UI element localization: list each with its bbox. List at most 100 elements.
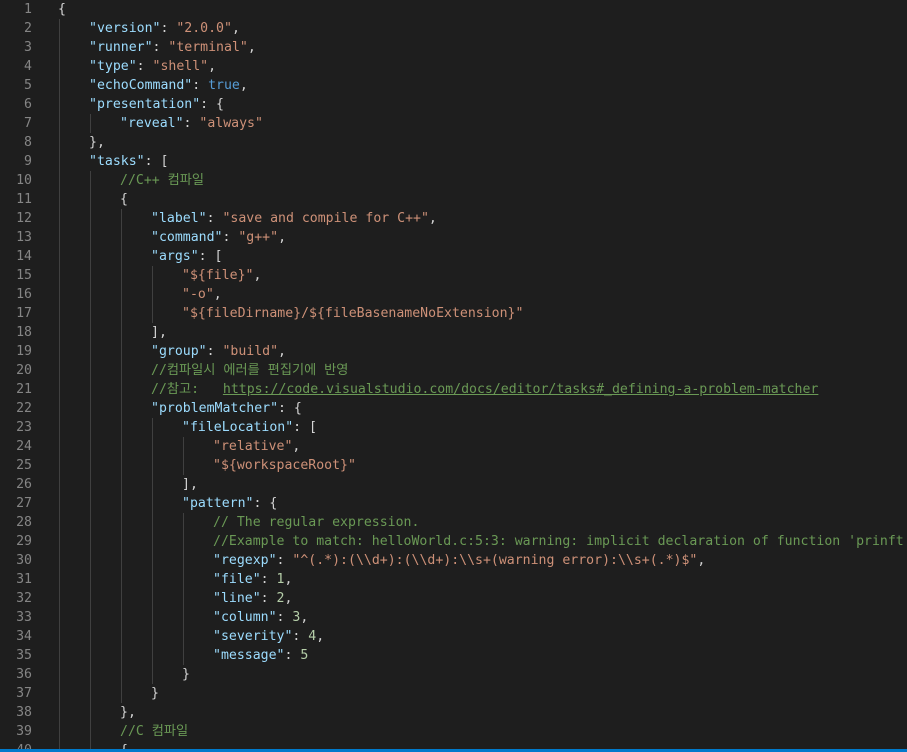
code-line[interactable]: 4 "type": "shell", [0, 57, 907, 76]
code-line[interactable]: 10 //C++ 컴파일 [0, 171, 907, 190]
code-line[interactable]: 29 //Example to match: helloWorld.c:5:3: … [0, 532, 907, 551]
line-number: 19 [16, 344, 32, 359]
string-value: "-o" [182, 287, 214, 302]
comment-link[interactable]: https://code.visualstudio.com/docs/edito… [223, 382, 818, 397]
code-line[interactable]: 28 // The regular expression. [0, 513, 907, 532]
number-value: 5 [300, 648, 309, 663]
indent-guide [90, 684, 91, 703]
indent-guide [183, 646, 184, 665]
code-line[interactable]: 1{ [0, 0, 907, 19]
code-text: "command": "g++", [151, 228, 286, 247]
indent-guide [59, 38, 60, 57]
indent-guide [59, 722, 60, 741]
line-number: 14 [16, 249, 32, 264]
indent-guide [90, 304, 91, 323]
code-line[interactable]: 26], [0, 475, 907, 494]
code-text: //Example to match: helloWorld.c:5:3: wa… [213, 532, 907, 551]
line-number: 18 [16, 325, 32, 340]
code-text: "echoCommand": true, [89, 76, 248, 95]
line-number: 26 [16, 477, 32, 492]
code-line[interactable]: 30 "regexp": "^(.*):(\\d+):(\\d+):\\s+(wa… [0, 551, 907, 570]
string-value: "g++" [238, 230, 279, 245]
indent-guide [152, 532, 153, 551]
indent-guide [90, 380, 91, 399]
code-line[interactable]: 13 "command": "g++", [0, 228, 907, 247]
code-text: "presentation": { [89, 95, 224, 114]
code-line[interactable]: 35 "message": 5 [0, 646, 907, 665]
code-line[interactable]: 23 "fileLocation": [ [0, 418, 907, 437]
indent-guide [121, 209, 122, 228]
code-line[interactable]: 16 "-o", [0, 285, 907, 304]
indent-guide [59, 380, 60, 399]
code-line[interactable]: 5 "echoCommand": true, [0, 76, 907, 95]
line-number: 22 [16, 401, 32, 416]
code-line[interactable]: 34 "severity": 4, [0, 627, 907, 646]
code-line[interactable]: 36} [0, 665, 907, 684]
indent-guide [59, 171, 60, 190]
punctuation: , [300, 610, 309, 625]
code-line[interactable]: 6 "presentation": { [0, 95, 907, 114]
code-text: "file": 1, [213, 570, 292, 589]
code-line[interactable]: 7 "reveal": "always" [0, 114, 907, 133]
punctuation: , [278, 230, 287, 245]
code-line[interactable]: 24 "relative", [0, 437, 907, 456]
code-line[interactable]: 3 "runner": "terminal", [0, 38, 907, 57]
code-line[interactable]: 2 "version": "2.0.0", [0, 19, 907, 38]
comment: //C 컴파일 [120, 724, 189, 739]
code-line[interactable]: 27 "pattern": { [0, 494, 907, 513]
code-line[interactable]: 20 //컴파일시 에러를 편집기에 반영 [0, 361, 907, 380]
code-line[interactable]: 37} [0, 684, 907, 703]
punctuation: : [222, 230, 239, 245]
code-line[interactable]: 14 "args": [ [0, 247, 907, 266]
line-number: 1 [24, 2, 32, 17]
code-line[interactable]: 17 "${fileDirname}/${fileBasenameNoExtens… [0, 304, 907, 323]
indent-guide [183, 437, 184, 456]
code-line[interactable]: 38}, [0, 703, 907, 722]
code-line[interactable]: 11 { [0, 190, 907, 209]
code-editor[interactable]: 1{2 "version": "2.0.0", 3 "runner": "termin… [0, 0, 907, 752]
indent-guide [59, 209, 60, 228]
line-number: 5 [24, 78, 32, 93]
line-number: 16 [16, 287, 32, 302]
line-number: 38 [16, 705, 32, 720]
code-line[interactable]: 21 //참고: https://code.visualstudio.com/do… [0, 380, 907, 399]
code-line[interactable]: 32 "line": 2, [0, 589, 907, 608]
code-text: }, [89, 133, 105, 152]
indent-guide [59, 684, 60, 703]
indent-guide [59, 665, 60, 684]
comment: //컴파일시 에러를 편집기에 반영 [151, 363, 349, 378]
comment: //C++ 컴파일 [120, 173, 205, 188]
indent-guide [59, 532, 60, 551]
json-key: "presentation" [89, 97, 201, 112]
indent-guide [121, 304, 122, 323]
code-line[interactable]: 33 "column": 3, [0, 608, 907, 627]
indent-guide [121, 247, 122, 266]
code-line[interactable]: 18], [0, 323, 907, 342]
indent-guide [59, 418, 60, 437]
json-key: "line" [213, 591, 261, 606]
code-text: "column": 3, [213, 608, 308, 627]
indent-guide [121, 627, 122, 646]
indent-guide [152, 285, 153, 304]
code-line[interactable]: 31 "file": 1, [0, 570, 907, 589]
code-line[interactable]: 15 "${file}", [0, 266, 907, 285]
indent-guide [121, 361, 122, 380]
indent-guide [90, 209, 91, 228]
code-text: //C++ 컴파일 [120, 171, 204, 190]
indent-guide [121, 475, 122, 494]
code-line[interactable]: 19 "group": "build", [0, 342, 907, 361]
code-line[interactable]: 9 "tasks": [ [0, 152, 907, 171]
code-line[interactable]: 8}, [0, 133, 907, 152]
indent-guide [152, 437, 153, 456]
code-line[interactable]: 25 "${workspaceRoot}" [0, 456, 907, 475]
line-number: 2 [24, 21, 32, 36]
code-line[interactable]: 12 "label": "save and compile for C++", [0, 209, 907, 228]
indent-guide [152, 475, 153, 494]
indent-guide [152, 494, 153, 513]
indent-guide [152, 456, 153, 475]
code-line[interactable]: 39 //C 컴파일 [0, 722, 907, 741]
punctuation: , [231, 21, 240, 36]
code-line[interactable]: 22 "problemMatcher": { [0, 399, 907, 418]
indent-guide [59, 304, 60, 323]
indent-guide [90, 646, 91, 665]
